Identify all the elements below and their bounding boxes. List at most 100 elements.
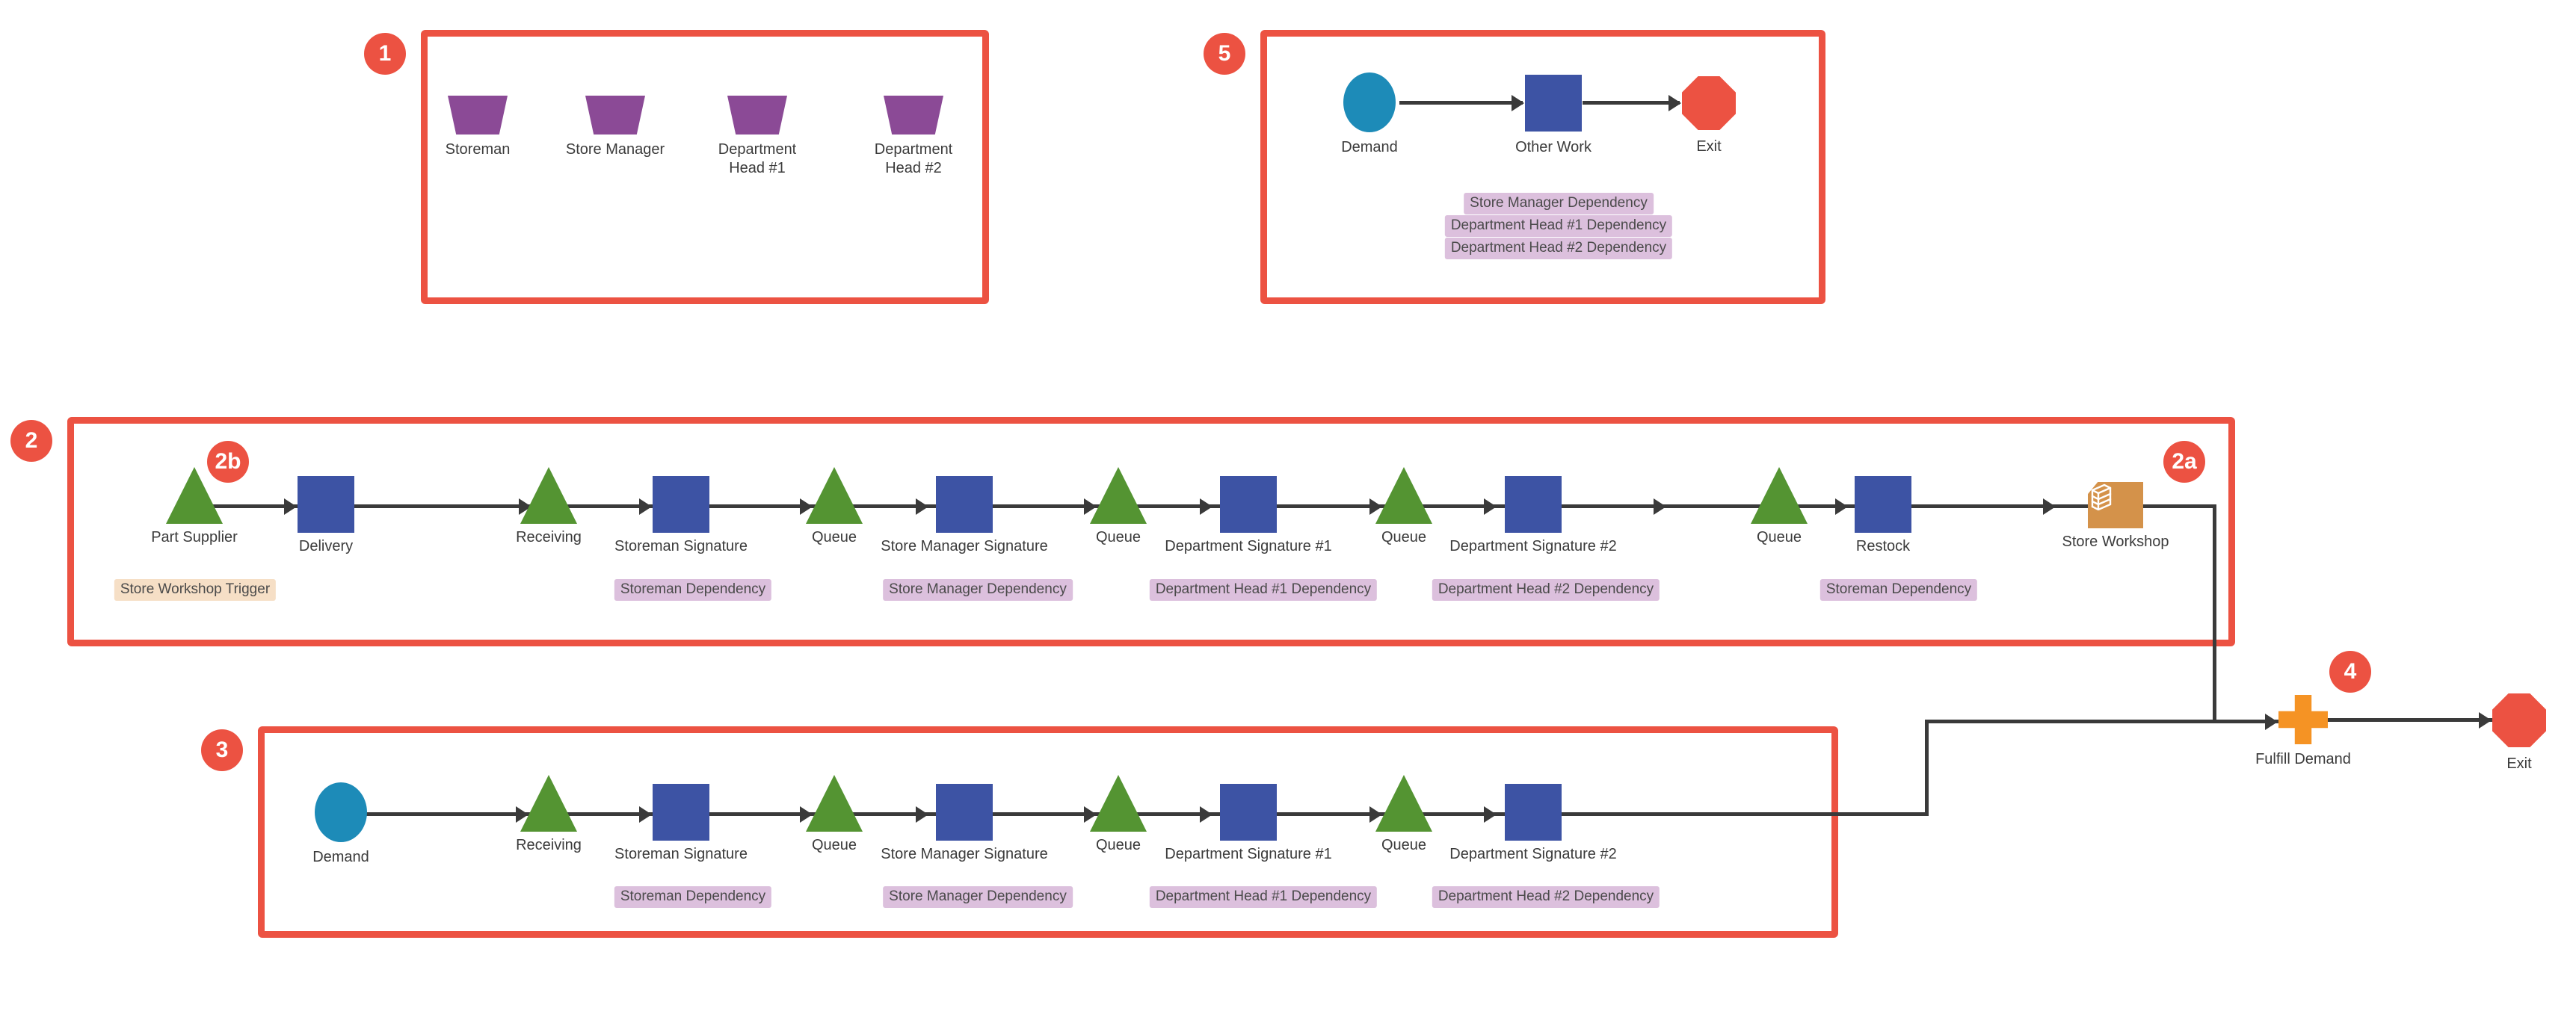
node-label: Receiving xyxy=(516,529,582,545)
node-label: Queue xyxy=(1381,837,1427,853)
group-frame-5 xyxy=(1260,30,1825,304)
node-receiving[interactable]: Receiving xyxy=(516,467,582,545)
node-department-signature-2[interactable]: Department Signature #2 xyxy=(1449,476,1617,554)
node-label: Department Signature #1 xyxy=(1165,846,1332,862)
node-store-workshop[interactable]: Store Workshop xyxy=(2062,482,2169,550)
node-department-signature-1[interactable]: Department Signature #1 xyxy=(1165,476,1332,554)
ellipse-demand-icon xyxy=(1343,72,1396,132)
node-department-signature-2-demand[interactable]: Department Signature #2 xyxy=(1449,784,1617,862)
workshop-storage-icon xyxy=(2088,482,2143,528)
node-department-head-1[interactable]: Department Head #1 xyxy=(718,96,796,176)
node-label: Demand xyxy=(312,849,369,865)
dependency-tag: Department Head #2 Dependency xyxy=(1432,886,1660,908)
trapezoid-resource-icon xyxy=(585,96,645,135)
node-label: Fulfill Demand xyxy=(2255,751,2351,767)
arrowhead-icon xyxy=(1200,498,1212,515)
node-queue-4[interactable]: Queue xyxy=(1751,467,1808,545)
dependency-tag: Storeman Dependency xyxy=(614,579,772,601)
node-label: Department Head #2 xyxy=(874,141,953,176)
node-delivery[interactable]: Delivery xyxy=(298,476,354,554)
rect-activity-icon xyxy=(1220,784,1277,841)
node-other-demand[interactable]: Demand xyxy=(1341,72,1398,155)
group-badge-2a: 2a xyxy=(2163,441,2205,483)
arrowhead-icon xyxy=(639,806,652,823)
arrowhead-icon xyxy=(2043,498,2056,515)
triangle-source-icon xyxy=(806,775,863,832)
arrowhead-icon xyxy=(1484,498,1497,515)
node-queue-d2[interactable]: Queue xyxy=(1090,775,1147,853)
triangle-source-icon xyxy=(520,467,577,524)
node-fulfill-demand[interactable]: Fulfill Demand xyxy=(2255,695,2351,767)
node-label: Department Signature #2 xyxy=(1449,538,1617,554)
node-other-work[interactable]: Other Work xyxy=(1515,75,1591,155)
node-label: Department Signature #1 xyxy=(1165,538,1332,554)
node-other-exit[interactable]: Exit xyxy=(1682,76,1736,155)
node-label: Exit xyxy=(2506,755,2532,772)
node-queue-2[interactable]: Queue xyxy=(1090,467,1147,545)
diagram-canvas: 1 Storeman Store Manager Department Head… xyxy=(0,0,2576,1017)
trapezoid-resource-icon xyxy=(727,96,787,135)
group-badge-2: 2 xyxy=(10,420,52,462)
connector-demand-otherwork xyxy=(1399,101,1523,105)
node-storeman[interactable]: Storeman xyxy=(446,96,510,158)
node-label: Demand xyxy=(1341,139,1398,155)
rect-activity-icon xyxy=(1525,75,1582,132)
connector-demandchain-up xyxy=(1925,720,1929,814)
triangle-source-icon xyxy=(1375,775,1432,832)
arrowhead-icon xyxy=(2265,714,2278,730)
node-queue-1[interactable]: Queue xyxy=(806,467,863,545)
group-badge-1: 1 xyxy=(364,33,406,75)
dependency-tag: Department Head #2 Dependency xyxy=(1432,579,1660,601)
connector-otherwork-exit xyxy=(1583,101,1680,105)
dependency-tag: Store Manager Dependency xyxy=(1464,193,1654,214)
triangle-source-icon xyxy=(1090,467,1147,524)
node-label: Other Work xyxy=(1515,139,1591,155)
arrowhead-icon xyxy=(916,806,928,823)
node-store-manager-signature[interactable]: Store Manager Signature xyxy=(881,476,1048,554)
dependency-tag: Department Head #1 Dependency xyxy=(1149,579,1378,601)
node-department-signature-1-demand[interactable]: Department Signature #1 xyxy=(1165,784,1332,862)
node-queue-d3[interactable]: Queue xyxy=(1375,775,1432,853)
node-storeman-signature-demand[interactable]: Storeman Signature xyxy=(614,784,748,862)
group-badge-2b: 2b xyxy=(207,441,249,483)
dependency-tag: Storeman Dependency xyxy=(1819,579,1978,601)
rect-activity-icon xyxy=(1505,476,1562,533)
dependency-tag: Department Head #1 Dependency xyxy=(1149,886,1378,908)
node-department-head-2[interactable]: Department Head #2 xyxy=(875,96,952,176)
arrowhead-icon xyxy=(284,498,297,515)
arrowhead-icon xyxy=(1654,498,1666,515)
triangle-source-icon xyxy=(1090,775,1147,832)
node-label: Queue xyxy=(811,837,857,853)
arrowhead-icon xyxy=(2479,712,2492,729)
node-storeman-signature[interactable]: Storeman Signature xyxy=(614,476,748,554)
connector-workshop-down xyxy=(2213,504,2216,723)
ellipse-demand-icon xyxy=(315,782,367,842)
rect-activity-icon xyxy=(936,784,993,841)
dependency-tag: Department Head #1 Dependency xyxy=(1444,215,1673,237)
node-restock[interactable]: Restock xyxy=(1855,476,1911,554)
arrowhead-icon xyxy=(1484,806,1497,823)
node-label: Exit xyxy=(1696,138,1722,155)
node-queue-d1[interactable]: Queue xyxy=(806,775,863,853)
triangle-source-icon xyxy=(806,467,863,524)
node-label: Store Manager Signature xyxy=(881,846,1048,862)
node-label: Receiving xyxy=(516,837,582,853)
triangle-source-icon xyxy=(1751,467,1808,524)
node-store-manager[interactable]: Store Manager xyxy=(566,96,665,158)
node-receiving-demand[interactable]: Receiving xyxy=(516,775,582,853)
dependency-tag: Storeman Dependency xyxy=(614,886,772,908)
rect-activity-icon xyxy=(1505,784,1562,841)
node-store-manager-signature-demand[interactable]: Store Manager Signature xyxy=(881,784,1048,862)
node-label: Part Supplier xyxy=(151,529,238,545)
node-label: Queue xyxy=(1095,529,1141,545)
connector-junction-row xyxy=(1925,720,2284,723)
node-label: Store Workshop xyxy=(2062,534,2169,550)
connector-fulfill-exit xyxy=(2328,718,2492,722)
node-final-exit[interactable]: Exit xyxy=(2492,693,2546,772)
group-badge-5: 5 xyxy=(1204,33,1245,75)
node-label: Storeman Signature xyxy=(614,846,748,862)
node-label: Restock xyxy=(1855,538,1911,554)
node-queue-3[interactable]: Queue xyxy=(1375,467,1432,545)
arrowhead-icon xyxy=(1512,95,1524,111)
node-demand[interactable]: Demand xyxy=(312,782,369,865)
